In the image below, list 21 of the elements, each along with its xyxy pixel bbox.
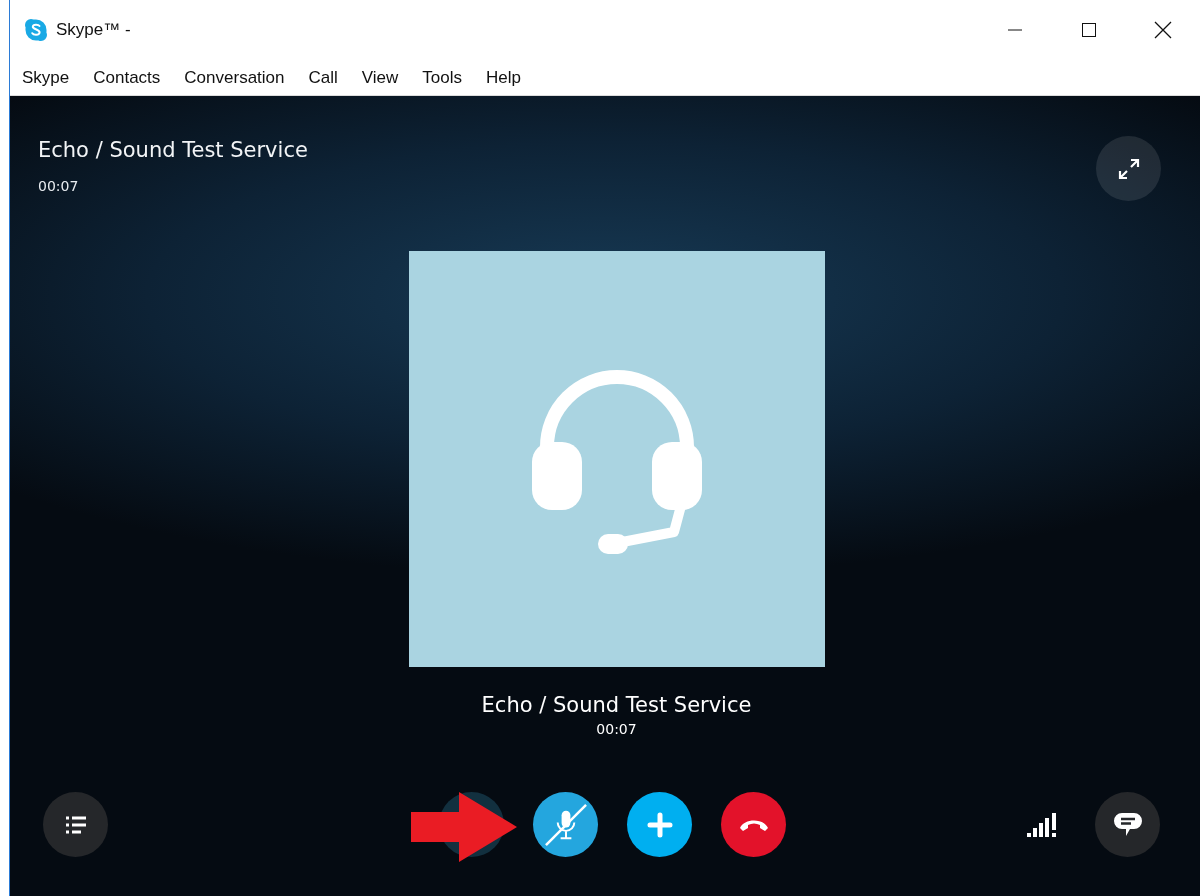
menu-item[interactable]: View [349, 67, 411, 88]
skype-logo-icon [24, 18, 48, 42]
menu-item[interactable]: Skype [22, 67, 82, 88]
call-duration: 00:07 [596, 720, 637, 739]
expand-arrows-icon [1116, 156, 1141, 181]
signal-strength-icon [1027, 812, 1059, 837]
muted-microphone-icon [543, 802, 588, 847]
menu-item[interactable]: Conversation [172, 67, 297, 88]
window-title: Skype™ - [56, 20, 131, 40]
menu-item[interactable]: Help [474, 67, 533, 88]
close-icon [1154, 21, 1172, 39]
plus-icon [646, 811, 673, 838]
contact-name: Echo / Sound Test Service [481, 692, 752, 719]
list-icon [64, 815, 87, 834]
menu-item[interactable]: Call [296, 67, 350, 88]
call-duration: 00:07 [38, 177, 80, 196]
contact-name: Echo / Sound Test Service [38, 137, 308, 164]
menu-item[interactable]: Tools [410, 67, 475, 88]
menu-item[interactable]: Contacts [81, 67, 173, 88]
maximize-icon [1081, 22, 1097, 38]
minimize-icon [1007, 29, 1023, 31]
